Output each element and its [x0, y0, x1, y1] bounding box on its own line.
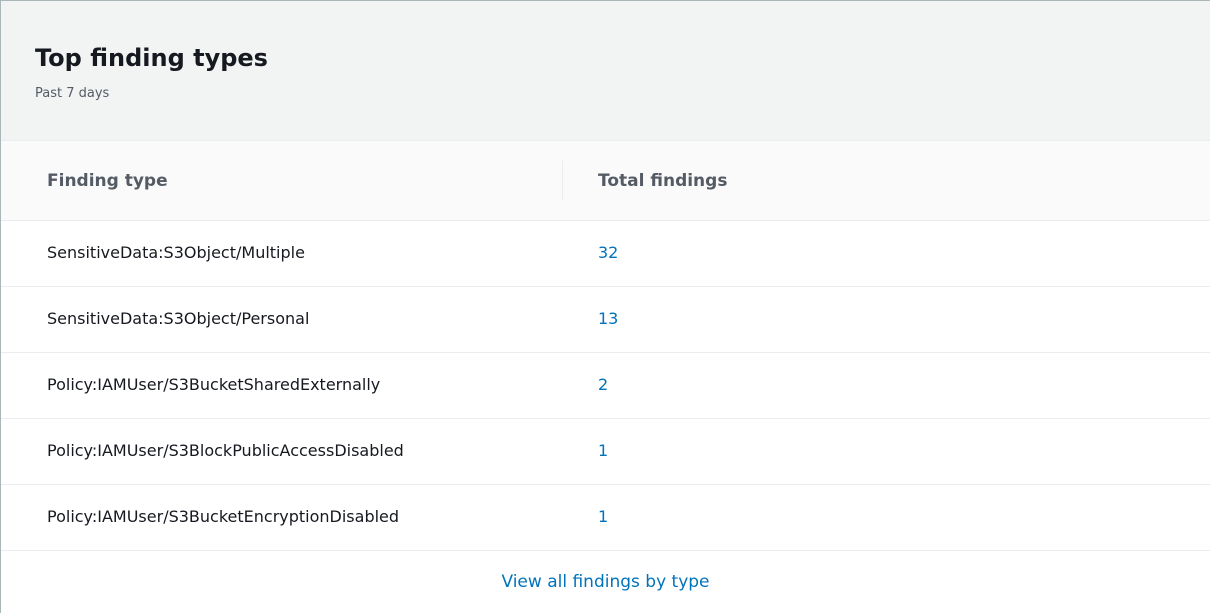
finding-type-cell: SensitiveData:S3Object/Multiple	[47, 243, 305, 262]
table-row: Policy:IAMUser/S3BucketEncryptionDisable…	[1, 485, 1210, 551]
column-header-total-findings: Total findings	[598, 171, 728, 191]
total-findings-link[interactable]: 1	[598, 506, 608, 528]
panel-header: Top finding types Past 7 days	[1, 1, 1210, 141]
finding-type-cell: Policy:IAMUser/S3BucketSharedExternally	[47, 375, 381, 394]
table-row: Policy:IAMUser/S3BlockPublicAccessDisabl…	[1, 419, 1210, 485]
column-header-finding-type: Finding type	[47, 171, 168, 191]
column-divider	[562, 161, 563, 201]
table-row: SensitiveData:S3Object/Personal 13	[1, 287, 1210, 353]
table-row: Policy:IAMUser/S3BucketSharedExternally …	[1, 353, 1210, 419]
total-findings-link[interactable]: 13	[598, 308, 618, 330]
finding-type-cell: SensitiveData:S3Object/Personal	[47, 309, 310, 328]
finding-type-cell: Policy:IAMUser/S3BlockPublicAccessDisabl…	[47, 441, 404, 460]
panel-subtitle: Past 7 days	[35, 86, 110, 101]
total-findings-link[interactable]: 1	[598, 440, 608, 462]
table-row: SensitiveData:S3Object/Multiple 32	[1, 221, 1210, 287]
total-findings-link[interactable]: 2	[598, 374, 608, 396]
panel-title: Top finding types	[35, 44, 268, 72]
finding-type-cell: Policy:IAMUser/S3BucketEncryptionDisable…	[47, 507, 400, 526]
table-header: Finding type Total findings	[1, 141, 1210, 221]
total-findings-link[interactable]: 32	[598, 242, 618, 264]
top-finding-types-panel: Top finding types Past 7 days Finding ty…	[0, 0, 1210, 613]
view-all-findings-link[interactable]: View all findings by type	[1, 570, 1210, 594]
